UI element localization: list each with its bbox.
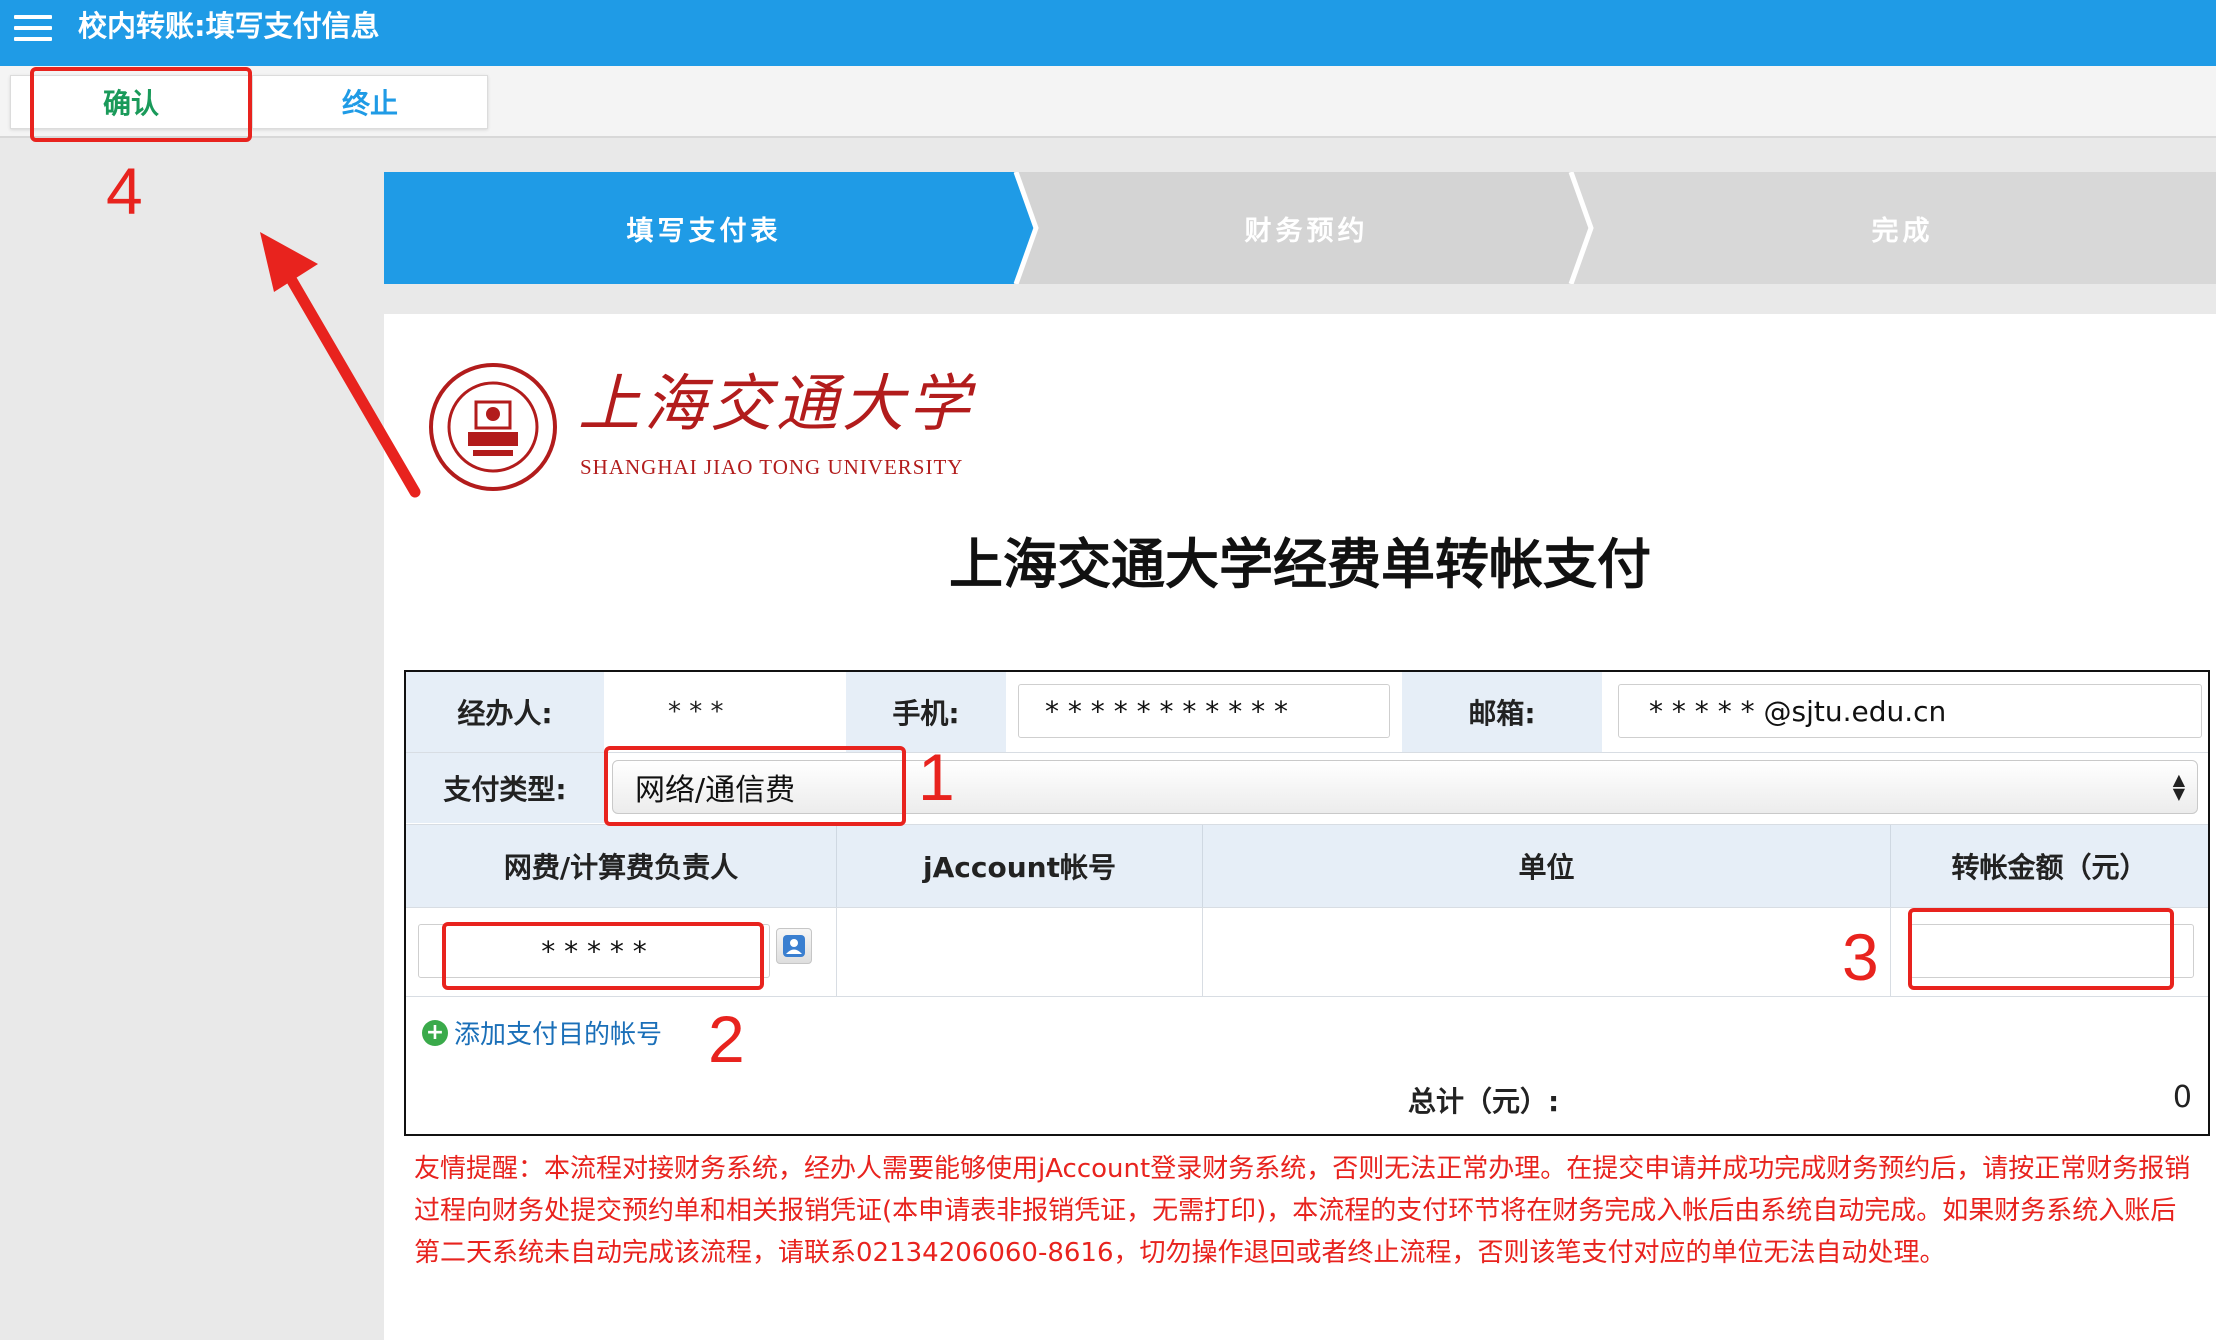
user-picker-icon[interactable] — [776, 928, 812, 964]
person-icon — [783, 935, 805, 957]
column-header-amount: 转帐金额（元） — [1890, 825, 2208, 907]
form-title: 上海交通大学经费单转帐支付 — [949, 533, 1651, 596]
university-seal-logo — [429, 363, 557, 491]
annotation-box-responsible — [442, 922, 764, 990]
annotation-box-amount — [1908, 908, 2174, 990]
title-bar: 校内转账:填写支付信息 — [0, 0, 2216, 66]
column-divider — [1890, 908, 1891, 996]
phone-field[interactable]: * * * * * * * * * * * — [1018, 684, 1390, 738]
row-divider — [406, 996, 2208, 997]
pay-type-label: 支付类型: — [406, 753, 604, 823]
total-value: 0 — [2172, 1080, 2192, 1115]
handler-value: * * * — [668, 697, 724, 727]
column-divider — [1202, 908, 1203, 996]
step-finance-booking: 财务预约 — [1244, 215, 1369, 247]
email-label: 邮箱: — [1402, 672, 1602, 752]
university-name-cn: 上海交通大学 — [578, 367, 975, 440]
add-payee-account-label: 添加支付目的帐号 — [454, 1020, 663, 1050]
email-field[interactable]: * * * * * @sjtu.edu.cn — [1618, 684, 2202, 738]
column-divider — [836, 908, 837, 996]
annotation-number-4: 4 — [106, 154, 143, 228]
university-name-en: SHANGHAI JIAO TONG UNIVERSITY — [580, 455, 964, 479]
page-title: 校内转账:填写支付信息 — [78, 9, 380, 43]
toolbar: 确认 终止 — [0, 66, 2216, 138]
plus-circle-icon: + — [422, 1019, 448, 1046]
progress-steps: 填写支付表 财务预约 完成 — [384, 171, 2216, 285]
annotation-number-3: 3 — [1842, 920, 1879, 994]
select-arrows-icon: ▲ ▼ — [2172, 770, 2185, 803]
step-complete: 完成 — [1871, 215, 1934, 247]
stop-button[interactable]: 终止 — [252, 75, 488, 129]
column-header-jaccount: jAccount帐号 — [836, 825, 1202, 907]
annotation-number-2: 2 — [708, 1002, 745, 1076]
payment-form: 经办人: * * * 手机: * * * * * * * * * * * 邮箱:… — [404, 670, 2210, 1136]
hamburger-menu-icon[interactable] — [14, 15, 52, 41]
column-header-responsible: 网费/计算费负责人 — [406, 825, 836, 907]
add-payee-account-link[interactable]: + 添加支付目的帐号 — [422, 1014, 662, 1051]
column-header-unit: 单位 — [1202, 825, 1890, 907]
annotation-arrow — [260, 232, 421, 498]
annotation-box-pay-type — [604, 746, 906, 826]
annotation-number-1: 1 — [918, 740, 955, 814]
friendly-notice: 友情提醒：本流程对接财务系统，经办人需要能够使用jAccount登录财务系统，否… — [414, 1154, 2191, 1268]
step-fill-form: 填写支付表 — [626, 215, 782, 247]
total-label: 总计（元）: — [1408, 1085, 1560, 1118]
annotation-box-confirm — [30, 67, 252, 142]
handler-label: 经办人: — [406, 672, 604, 752]
